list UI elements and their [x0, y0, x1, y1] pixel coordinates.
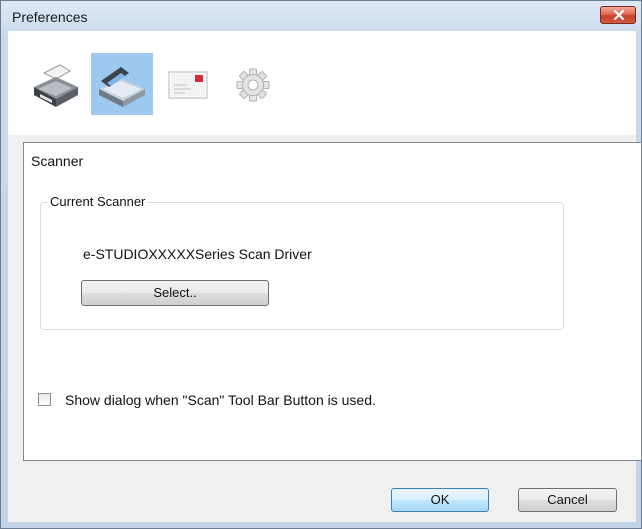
title-bar[interactable]: Preferences — [1, 1, 641, 31]
tool-scanner[interactable] — [91, 53, 153, 115]
tool-settings[interactable] — [222, 53, 284, 115]
panel-title: Scanner — [31, 153, 84, 169]
show-dialog-checkbox[interactable] — [38, 393, 51, 406]
category-toolbar — [8, 31, 636, 135]
window-title: Preferences — [12, 9, 88, 25]
tool-printer[interactable] — [26, 53, 88, 115]
dialog-client-area: Scanner Current Scanner e-STUDIOXXXXXSer… — [8, 31, 642, 522]
close-button[interactable] — [600, 6, 636, 24]
show-dialog-label[interactable]: Show dialog when "Scan" Tool Bar Button … — [65, 392, 376, 408]
select-scanner-button[interactable]: Select.. — [81, 280, 269, 306]
cancel-button[interactable]: Cancel — [518, 488, 617, 512]
current-scanner-group: Current Scanner e-STUDIOXXXXXSeries Scan… — [40, 194, 564, 330]
ok-button[interactable]: OK — [391, 488, 489, 512]
preferences-dialog: Preferences Scanner Current Scanner e-ST… — [0, 0, 642, 529]
group-legend: Current Scanner — [48, 194, 148, 209]
scanner-name: e-STUDIOXXXXXSeries Scan Driver — [83, 246, 312, 262]
tool-email[interactable] — [157, 53, 219, 115]
scanner-panel: Scanner Current Scanner e-STUDIOXXXXXSer… — [23, 142, 642, 461]
